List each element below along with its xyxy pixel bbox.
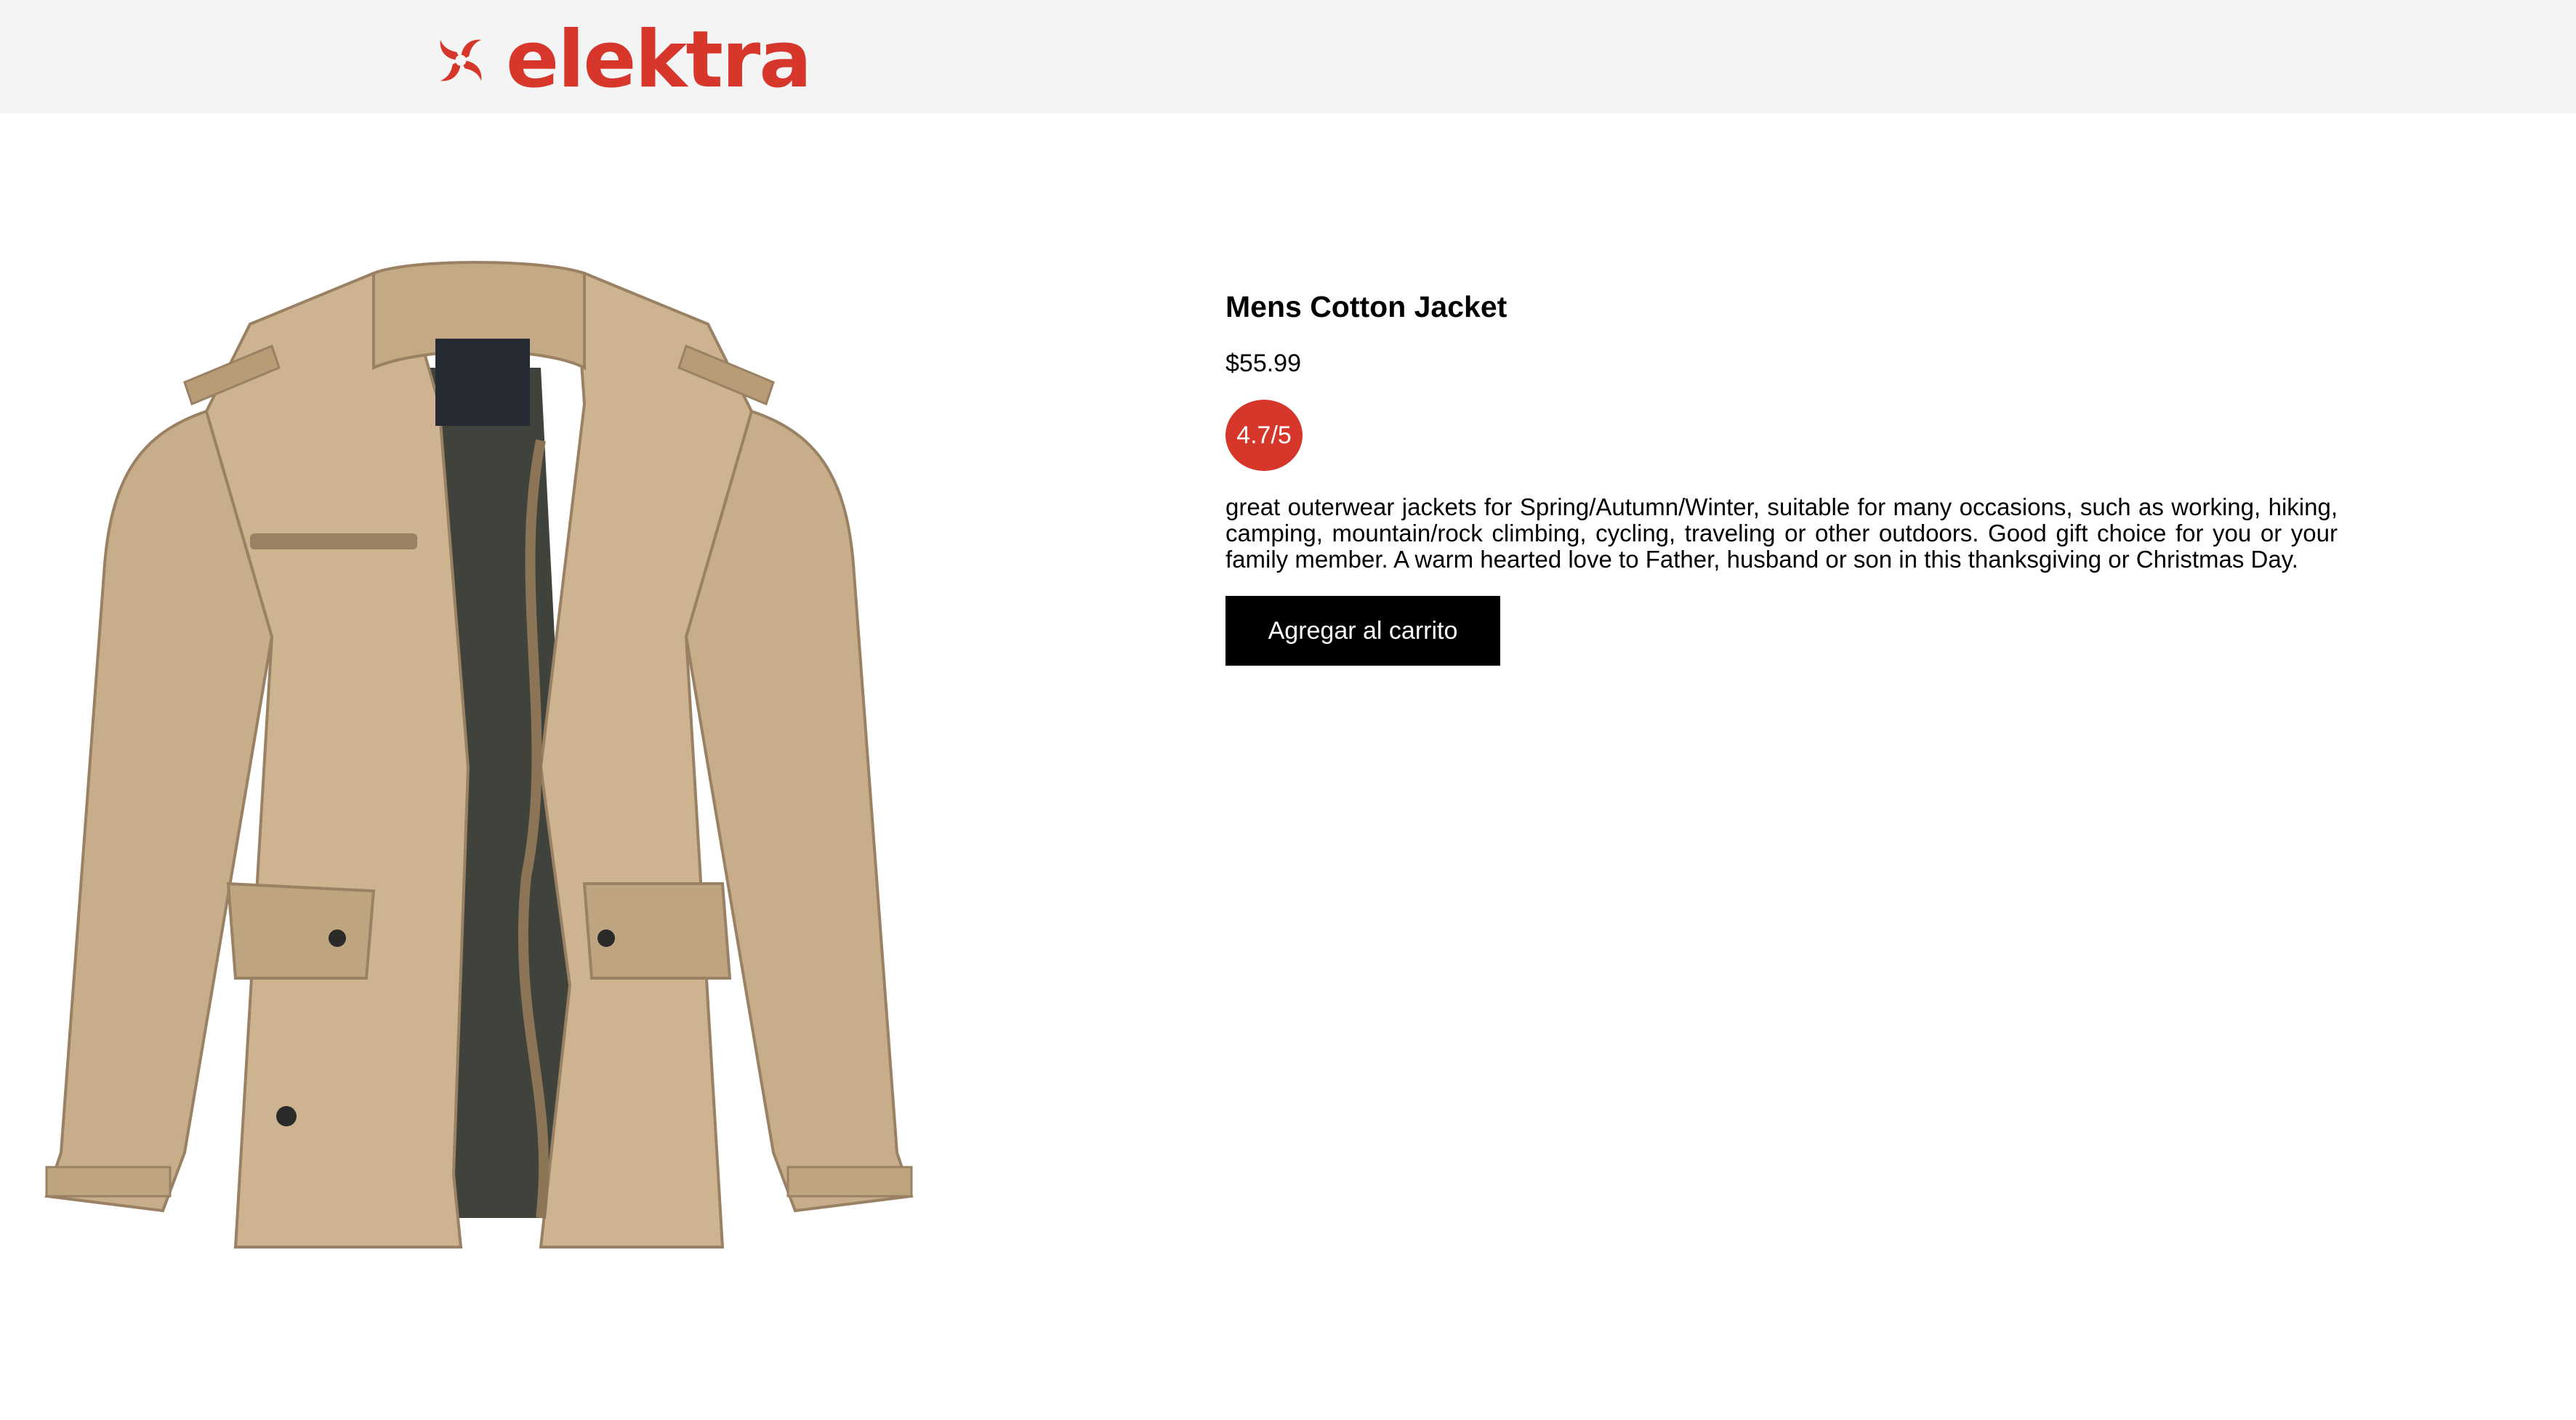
pinwheel-icon <box>440 39 482 81</box>
jacket-image <box>44 261 914 1248</box>
product-title: Mens Cotton Jacket <box>1225 290 1508 323</box>
product-info: Mens Cotton Jacket $55.99 4.7/5 great ou… <box>1225 286 2338 666</box>
brand-logo[interactable]: elektra <box>426 15 812 105</box>
brand-name: elektra <box>506 15 812 105</box>
rating-badge: 4.7/5 <box>1225 400 1303 471</box>
product-price: $55.99 <box>1225 350 1301 377</box>
add-to-cart-button[interactable]: Agregar al carrito <box>1225 596 1500 666</box>
top-bar: elektra <box>0 0 2576 113</box>
product-image <box>32 259 926 1248</box>
product-description: great outerwear jackets for Spring/Autum… <box>1225 493 2338 573</box>
